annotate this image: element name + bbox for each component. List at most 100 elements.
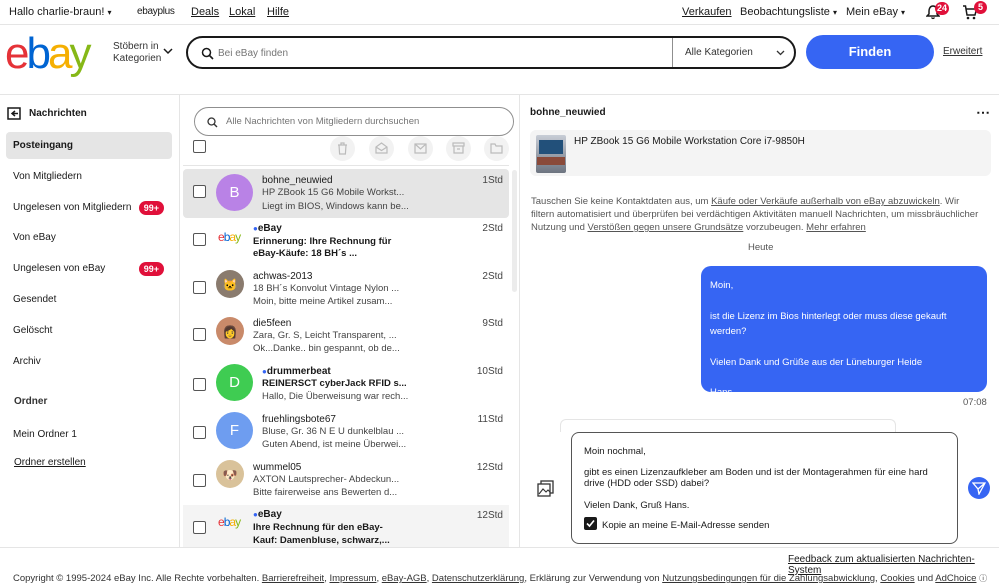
chevron-down-icon [163,48,173,55]
footer-link-terms[interactable]: eBay-AGB [382,573,427,584]
search-button[interactable]: Finden [806,35,934,69]
notice-link[interactable]: Käufe oder Verkäufe außerhalb von eBay a… [711,196,940,207]
message-text: Moin, [710,280,734,291]
category-select[interactable]: Alle Kategorien [685,47,753,58]
cart-count-badge: 5 [974,1,987,14]
footer-link-payment-terms[interactable]: Nutzungsbedingungen für die Zahlungsabwi… [662,573,875,584]
collapse-sidebar-icon[interactable] [7,107,21,120]
sender-name: eBay [257,223,282,234]
select-all-checkbox[interactable] [193,140,206,153]
message-checkbox[interactable] [193,328,206,341]
sender-name: eBay [257,509,282,520]
footer-link-cookies[interactable]: Cookies [880,573,914,584]
message-checkbox[interactable] [193,474,206,487]
sender-name: bohne_neuwied [262,175,333,186]
chevron-down-icon: ▾ [901,8,906,17]
avatar: D [216,364,253,401]
date-separator: Heute [748,242,774,253]
archive-button[interactable] [446,136,471,161]
message-checkbox[interactable] [193,233,206,246]
list-item[interactable]: D ●drummerbeat REINERSCT cyberJack RFID … [183,360,509,409]
folders-title: Ordner [14,396,48,407]
footer-link-imprint[interactable]: Impressum [329,573,376,584]
sidebar-item-from-ebay[interactable]: Von eBay [6,224,172,251]
message-time: 2Std [482,271,503,282]
greeting-menu[interactable]: Hallo charlie-braun! ▾ [9,6,111,18]
mark-unread-button[interactable] [408,136,433,161]
list-item[interactable]: 🐶 wummel05 AXTON Lautsprecher- Abdeckun.… [183,456,509,505]
send-button[interactable] [968,477,990,499]
message-search-input[interactable] [226,113,496,130]
message-bubble: Moin, ist die Lizenz im Bios hinterlegt … [701,266,987,398]
chevron-down-icon: ▾ [832,8,837,17]
footer-link-privacy[interactable]: Datenschutzerklärung [432,573,524,584]
conversation-partner[interactable]: bohne_neuwied [530,107,606,118]
list-item[interactable]: ebay ●eBay Erinnerung: Ihre Rechnung für… [183,220,509,269]
user-photo-icon: 👩 [222,325,238,339]
ebayplus-link[interactable]: ebayplus [137,6,175,17]
sidebar-item-folder-1[interactable]: Mein Ordner 1 [13,429,77,440]
advanced-search-link[interactable]: Erweitert [943,46,982,57]
unread-count-badge: 99+ [138,201,164,215]
sidebar-item-unread-members[interactable]: Ungelesen von Mitgliedern 99+ [6,194,172,221]
learn-more-link[interactable]: Mehr erfahren [806,222,866,233]
verkaufen-link[interactable]: Verkaufen [682,6,732,18]
message-subject: 18 BH´s Konvolut Vintage Nylon ... [253,283,400,294]
message-time: 12Std [476,462,503,473]
more-options-icon[interactable]: ⋯ [976,104,991,121]
divider [0,94,999,95]
hilfe-link[interactable]: Hilfe [267,6,289,18]
sidebar-item-unread-ebay[interactable]: Ungelesen von eBay 99+ [6,255,172,282]
send-icon [972,482,986,495]
copyright-text: Copyright © 1995-2024 eBay Inc. Alle Rec… [13,573,260,584]
add-photo-icon[interactable] [537,480,554,497]
message-subject: Bluse, Gr. 36 N E U dunkelblau ... [262,426,405,437]
search-input[interactable] [218,43,658,63]
message-checkbox[interactable] [193,426,206,439]
list-item[interactable]: ebay ●eBay Ihre Rechnung für den eBay- K… [183,505,509,547]
browse-categories-button[interactable]: Stöbern in Kategorien [113,41,163,65]
sidebar-item-deleted[interactable]: Gelöscht [6,317,172,344]
deals-link[interactable]: Deals [191,6,219,18]
message-checkbox[interactable] [193,378,206,391]
lokal-link[interactable]: Lokal [229,6,255,18]
sidebar-item-inbox[interactable]: Posteingang [6,132,172,159]
message-checkbox[interactable] [193,281,206,294]
footer-text: und [917,573,934,584]
list-item[interactable]: B bohne_neuwied HP ZBook 15 G6 Mobile Wo… [183,169,509,218]
user-photo-icon: 🐶 [222,468,238,482]
move-to-folder-button[interactable] [484,136,509,161]
copy-email-checkbox[interactable] [584,517,597,530]
myebay-menu[interactable]: Mein eBay ▾ [846,6,905,18]
sidebar-item-from-members[interactable]: Von Mitgliedern [6,163,172,190]
list-item[interactable]: 🐱 achwas-2013 18 BH´s Konvolut Vintage N… [183,265,509,314]
footer-text: Erklärung zur Verwendung von [529,573,660,584]
create-folder-link[interactable]: Ordner erstellen [14,457,86,468]
message-checkbox[interactable] [193,521,206,534]
user-photo-icon: 🐱 [222,278,238,292]
search-icon [201,47,214,60]
ebay-logo[interactable]: ebay [5,32,91,76]
laptop-base [537,157,565,165]
notice-link[interactable]: Verstößen gegen unsere Grundsätze [588,222,744,233]
sidebar-item-archive[interactable]: Archiv [6,348,172,375]
sidebar-item-sent[interactable]: Gesendet [6,286,172,313]
message-composer[interactable]: Moin nochmal, gibt es einen Lizenzaufkle… [571,432,958,544]
delete-button[interactable] [330,136,355,161]
footer-link-adchoice[interactable]: AdChoice [935,573,976,584]
message-text: Hans. [710,387,735,398]
draft-text: Moin nochmal, [584,446,646,457]
trash-icon [338,142,347,155]
mark-read-button[interactable] [369,136,394,161]
message-checkbox[interactable] [193,185,206,198]
list-scrollbar[interactable] [512,170,517,292]
list-item[interactable]: 👩 die5feen Zara, Gr. S, Leicht Transpare… [183,312,509,361]
message-subject: REINERSCT cyberJack RFID s... [262,378,407,389]
top-bar: Hallo charlie-braun! ▾ ebayplus Deals Lo… [0,0,999,24]
footer-link-accessibility[interactable]: Barrierefreiheit [262,573,324,584]
watchlist-menu[interactable]: Beobachtungsliste ▾ [740,6,837,18]
message-preview: eBay-Käufe: 18 BH´s ... [253,248,358,259]
list-item[interactable]: F fruehlingsbote67 Bluse, Gr. 36 N E U d… [183,408,509,457]
item-card[interactable]: HP ZBook 15 G6 Mobile Workstation Core i… [530,130,991,176]
divider [672,38,673,67]
